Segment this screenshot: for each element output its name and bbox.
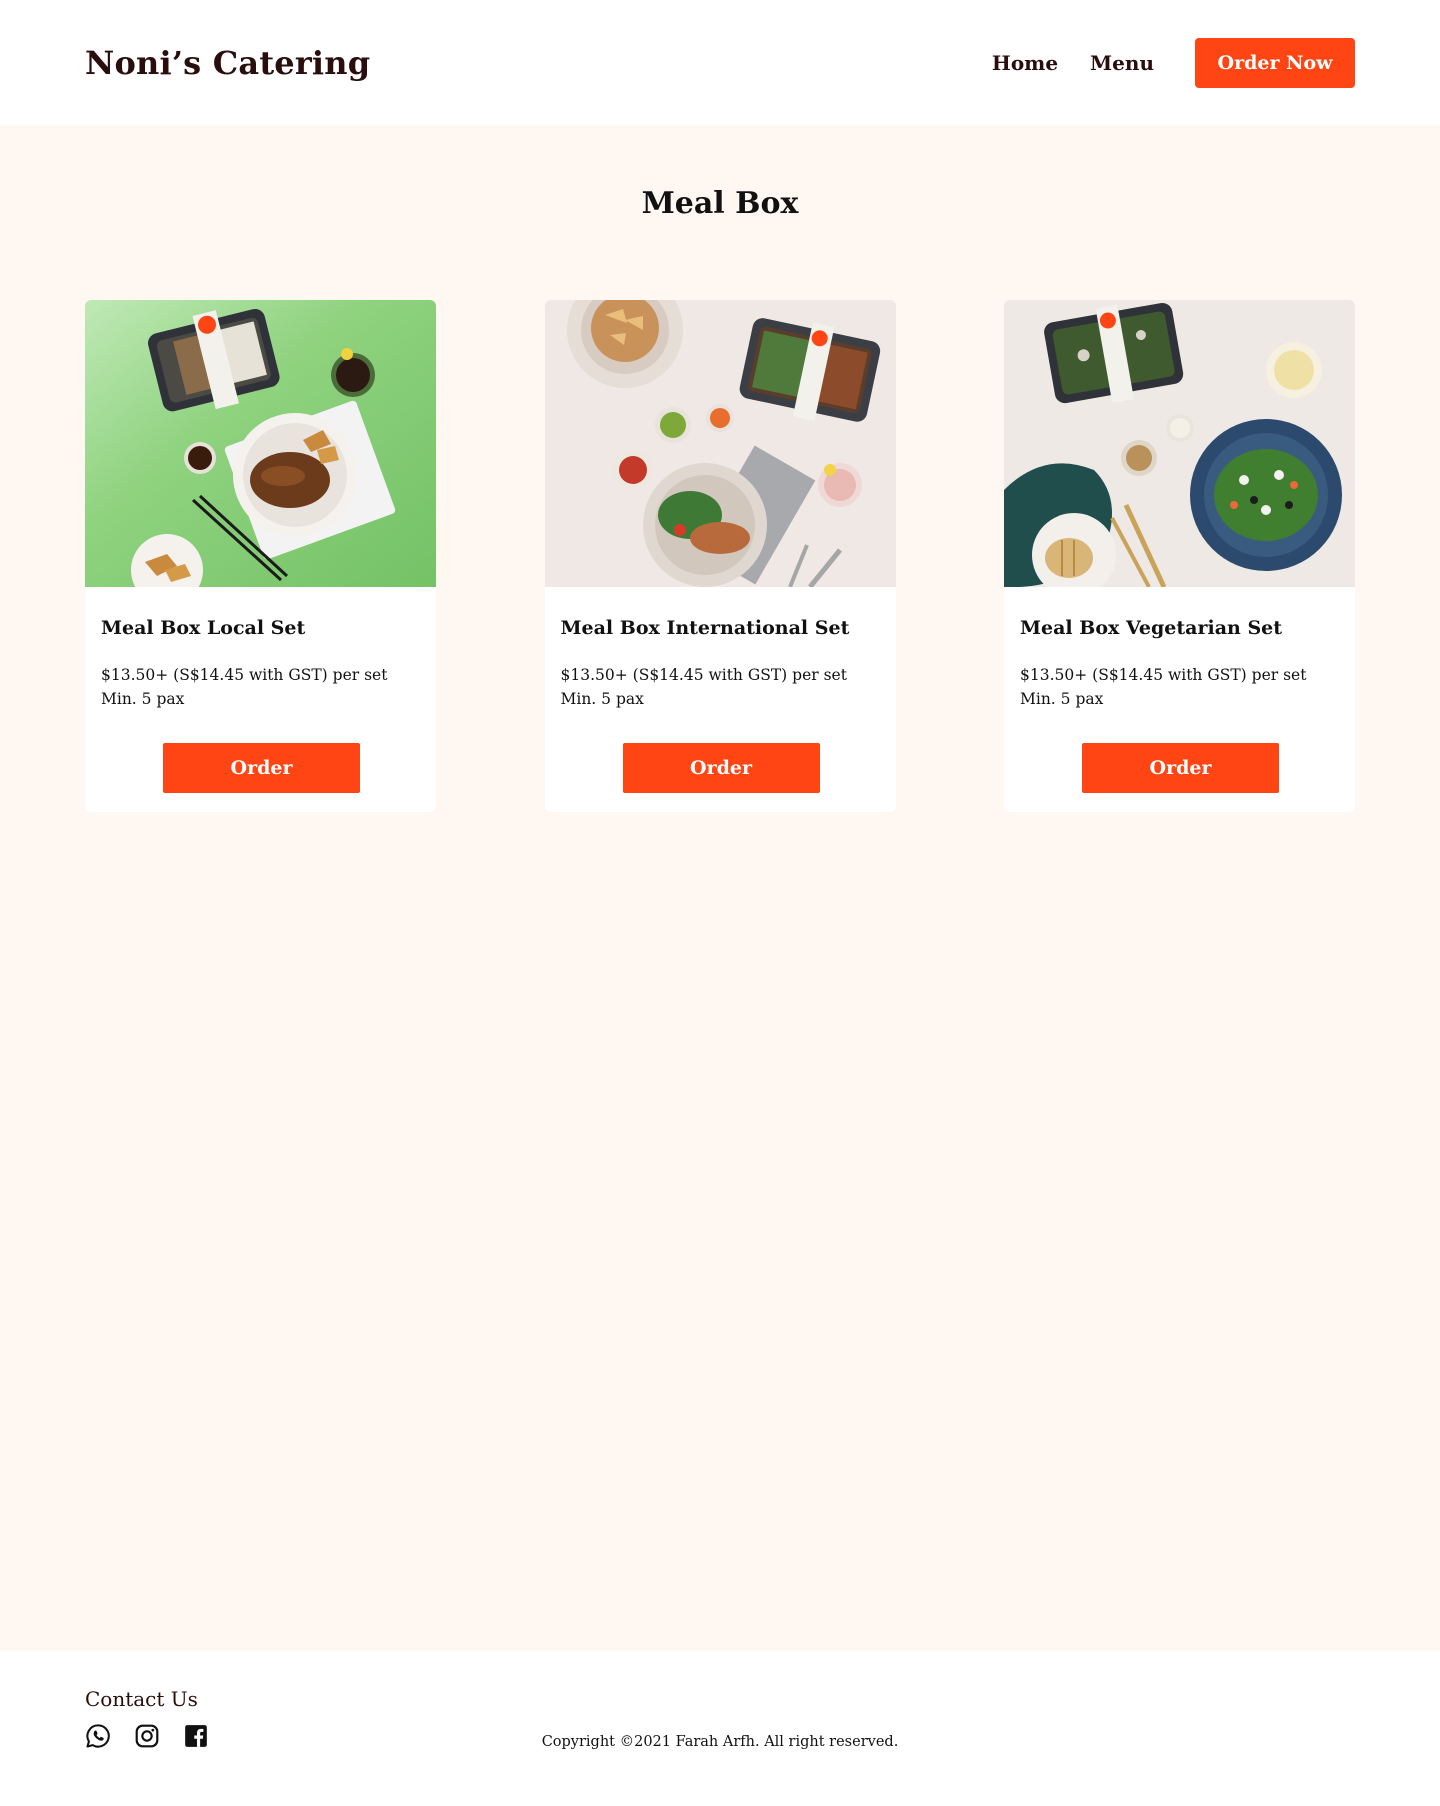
meal-card-min-pax: Min. 5 pax (1020, 690, 1104, 708)
meal-card-title: Meal Box Vegetarian Set (1020, 617, 1283, 639)
contact-us-title: Contact Us (85, 1687, 198, 1711)
meal-card-min-pax: Min. 5 pax (560, 690, 644, 708)
meal-card-price: $13.50+ (S$14.45 with GST) per set (1020, 666, 1307, 684)
meal-card-local: Meal Box Local Set $13.50+ (S$14.45 with… (85, 300, 436, 812)
meal-card-body: Meal Box International Set $13.50+ (S$14… (545, 587, 896, 812)
meal-box-cards: Meal Box Local Set $13.50+ (S$14.45 with… (85, 300, 1355, 812)
meal-card-title: Meal Box International Set (560, 617, 850, 639)
page-title: Meal Box (641, 186, 799, 221)
meal-vegetarian-photo (1004, 300, 1355, 587)
order-now-button[interactable]: Order Now (1195, 37, 1355, 88)
brand-logo[interactable]: Noni’s Catering (85, 44, 370, 82)
meal-card-min-pax: Min. 5 pax (101, 690, 185, 708)
nav-menu-link[interactable]: Menu (1090, 51, 1154, 75)
order-international-button[interactable]: Order (622, 743, 820, 793)
order-local-button[interactable]: Order (163, 743, 360, 793)
meal-international-photo (544, 300, 896, 587)
meal-card-international: Meal Box International Set $13.50+ (S$14… (544, 300, 896, 812)
footer: Contact Us Copyright ©2021 Farah Arfh. A… (0, 1651, 1440, 1806)
meal-card-body: Meal Box Local Set $13.50+ (S$14.45 with… (85, 587, 436, 812)
copyright-text: Copyright ©2021 Farah Arfh. All right re… (541, 1734, 899, 1750)
meal-card-price: $13.50+ (S$14.45 with GST) per set (560, 666, 847, 684)
order-vegetarian-button[interactable]: Order (1082, 743, 1279, 793)
header: Noni’s Catering Home Menu Order Now (0, 0, 1440, 125)
main-nav: Home Menu Order Now (960, 37, 1355, 88)
meal-local-photo (85, 300, 436, 587)
meal-card-vegetarian: Meal Box Vegetarian Set $13.50+ (S$14.45… (1004, 300, 1355, 812)
nav-home-link[interactable]: Home (992, 51, 1058, 75)
meal-card-body: Meal Box Vegetarian Set $13.50+ (S$14.45… (1004, 587, 1355, 812)
meal-card-title: Meal Box Local Set (101, 617, 306, 639)
page: Noni’s Catering Home Menu Order Now Meal… (0, 0, 1440, 1806)
meal-card-price: $13.50+ (S$14.45 with GST) per set (101, 666, 388, 684)
